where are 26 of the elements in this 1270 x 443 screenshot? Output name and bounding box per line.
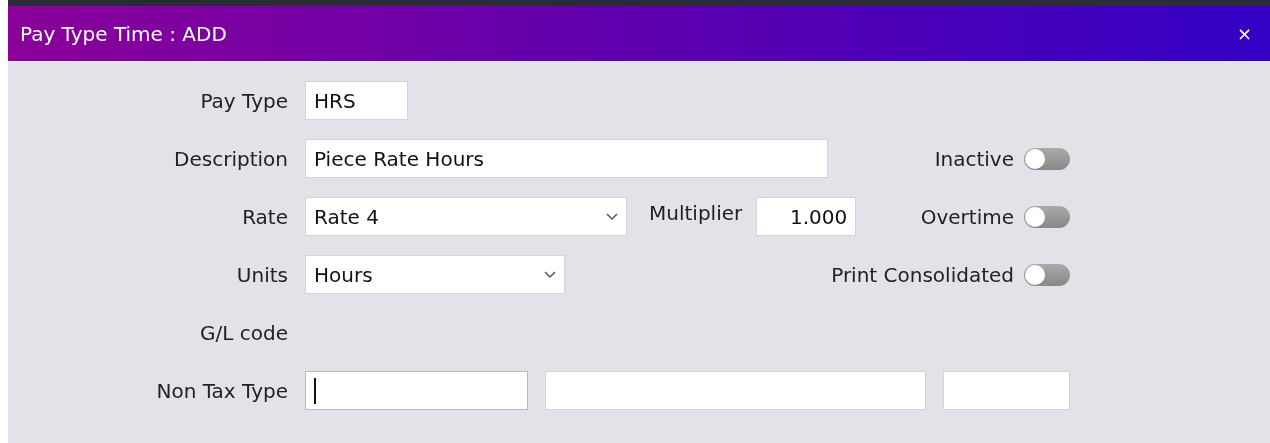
text-cursor: [314, 377, 316, 404]
input-field[interactable]: 1.000: [756, 197, 857, 236]
input-field[interactable]: [943, 371, 1070, 410]
input-field[interactable]: Piece Rate Hours: [305, 139, 828, 178]
input-field[interactable]: HRS: [305, 81, 408, 120]
input-field[interactable]: [545, 371, 926, 410]
window-title: Pay Type Time : ADD: [20, 21, 227, 46]
input-field[interactable]: [305, 371, 528, 410]
field-label: Description: [173, 146, 288, 171]
toggle-label: Overtime: [920, 204, 1014, 229]
field-label: Units: [235, 262, 288, 287]
toggle-label: Print Consolidated: [831, 262, 1014, 287]
dropdown[interactable]: Hours: [305, 255, 565, 294]
dropdown[interactable]: Rate 4: [305, 197, 627, 236]
toggle-label: Inactive: [934, 146, 1014, 171]
field-label: Rate: [241, 204, 288, 229]
field-label: Non Tax Type: [155, 378, 288, 403]
close-button[interactable]: ×: [1230, 23, 1258, 44]
field-label: Multiplier: [649, 200, 743, 225]
toggle-switch[interactable]: [1024, 147, 1070, 170]
field-label: G/L code: [199, 320, 288, 345]
field-label: Pay Type: [199, 88, 288, 113]
chevron-icon: [544, 270, 556, 279]
toggle-switch[interactable]: [1024, 263, 1070, 286]
toggle-switch[interactable]: [1024, 205, 1070, 228]
chevron-icon: [606, 212, 618, 221]
